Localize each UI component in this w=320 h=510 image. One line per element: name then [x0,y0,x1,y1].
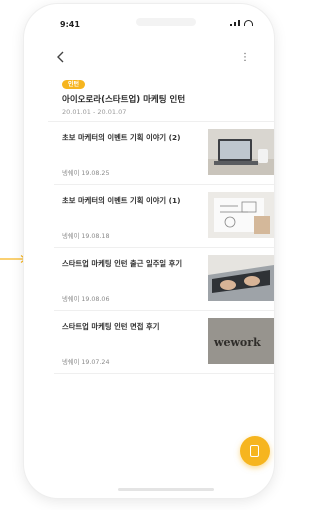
article-title: 초보 마케터의 이벤트 기획 이야기 (2) [62,133,181,142]
status-icons [230,20,253,26]
signal-icon [238,20,240,26]
article-title: 스타트업 마케팅 인턴 면접 후기 [62,322,160,331]
article-meta: 넹쉐이 19.08.06 [62,294,109,303]
category-tag: 인턴 [62,80,86,89]
article-meta: 넹쉐이 19.07.24 [62,357,109,366]
article-author: 넹쉐이 [62,170,80,177]
article-meta: 넹쉐이 19.08.25 [62,168,109,177]
article-meta: 넹쉐이 19.08.18 [62,231,109,240]
article-item[interactable]: 스타트업 마케팅 인턴 면접 후기 넹쉐이 19.07.24 wework [54,311,274,374]
chevron-left-icon[interactable] [54,50,68,64]
article-date: 19.07.24 [81,359,110,366]
article-item[interactable]: 초보 마케터의 이벤트 기획 이야기 (1) 넹쉐이 19.08.18 [54,185,274,248]
event-dates: 20.01.01 - 20.01.07 [62,108,127,116]
thumbnail-logo-text: wework [213,336,261,349]
home-indicator [118,488,214,491]
article-author: 넹쉐이 [62,296,80,303]
article-title: 초보 마케터의 이벤트 기획 이야기 (1) [62,196,181,205]
signal-icon [230,24,232,26]
bookmark-icon [250,445,259,457]
article-author: 넹쉐이 [62,359,80,366]
more-vertical-icon[interactable]: ⋮ [240,52,250,63]
article-date: 19.08.06 [81,296,110,303]
article-thumbnail [208,129,274,175]
article-date: 19.08.25 [81,170,110,177]
article-thumbnail [208,192,274,238]
status-time: 9:41 [60,20,80,29]
page-title: 아이오로라(스타트업) 마케팅 인턴 [62,95,186,105]
article-author: 넹쉐이 [62,233,80,240]
article-thumbnail: wework [208,318,274,364]
wifi-icon [244,20,253,26]
article-title: 스타트업 마케팅 인턴 출근 일주일 후기 [62,259,183,268]
signal-icon [234,22,236,26]
article-date: 19.08.18 [81,233,110,240]
article-thumbnail [208,255,274,301]
article-item[interactable]: 스타트업 마케팅 인턴 출근 일주일 후기 넹쉐이 19.08.06 [54,248,274,311]
article-item[interactable]: 초보 마케터의 이벤트 기획 이야기 (2) 넹쉐이 19.08.25 [54,122,274,185]
speaker-notch [136,18,196,26]
bookmark-fab[interactable] [240,436,270,466]
phone-frame: 9:41 ⋮ 인턴 아이오로라(스타트업) 마케팅 인턴 20.01.01 - … [24,4,274,498]
